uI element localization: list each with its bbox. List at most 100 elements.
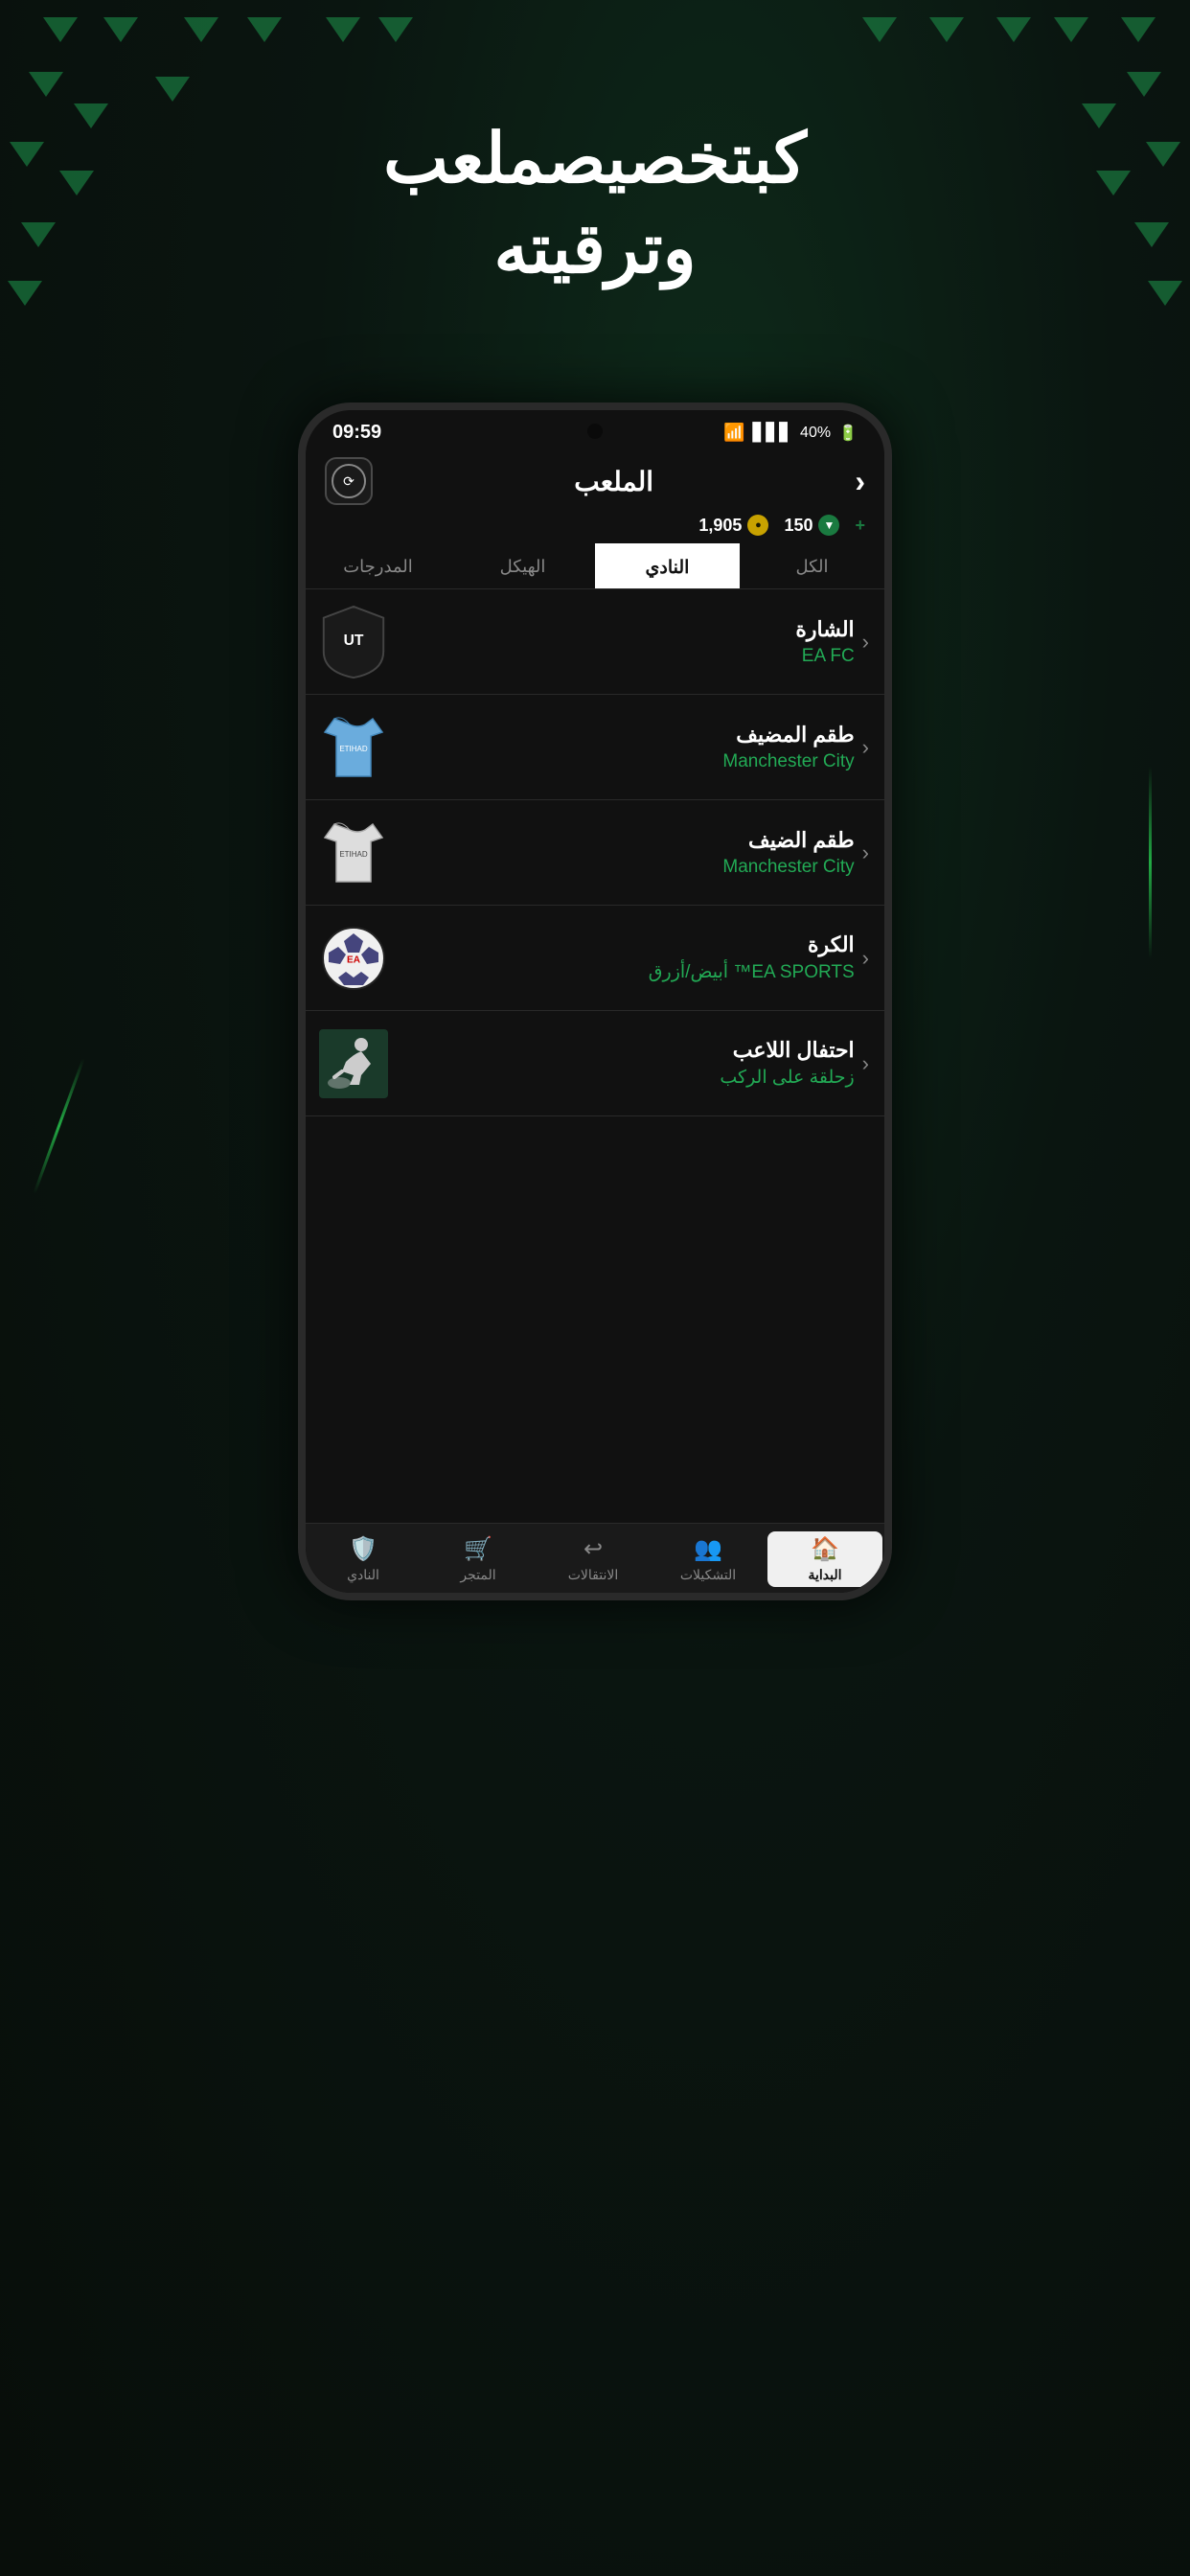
- list-item-left: ‹ الشارة EA FC: [795, 617, 869, 667]
- nav-home-label: البداية: [808, 1567, 841, 1583]
- logo-icon: ⟳: [343, 473, 355, 490]
- list-item[interactable]: ‹ الكرة EA SPORTS™ أبيض/أزرق EA: [306, 906, 884, 1011]
- away-kit-icon: ETIHAD: [315, 815, 392, 891]
- home-kit-label: طقم المضيف: [722, 723, 854, 748]
- triangle-deco: [378, 17, 413, 42]
- tab-stands[interactable]: المدرجات: [306, 543, 450, 588]
- ball-sublabel: EA SPORTS™ أبيض/أزرق: [649, 962, 855, 982]
- list-item-left: ‹ الكرة EA SPORTS™ أبيض/أزرق: [649, 932, 869, 983]
- triangle-deco: [247, 17, 282, 42]
- list-item[interactable]: ‹ الشارة EA FC UT: [306, 589, 884, 695]
- triangle-deco: [862, 17, 897, 42]
- list-item-left: ‹ احتفال اللاعب زحلقة على الركب: [720, 1038, 869, 1089]
- away-kit-text: طقم الضيف Manchester City: [722, 828, 854, 878]
- ball-svg: EA: [319, 924, 388, 993]
- phone-mockup: 09:59 📶 ▋▋▋ 40% 🔋 ⟳ الملعب › +: [298, 402, 892, 1600]
- hero-title: كبتخصيصملعب وترقيته: [0, 115, 1190, 294]
- triangle-deco: [29, 72, 63, 97]
- coins-icon: ●: [747, 515, 768, 536]
- forward-arrow-icon[interactable]: ›: [855, 464, 865, 499]
- hero-section: كبتخصيصملعب وترقيته: [0, 115, 1190, 294]
- triangle-deco: [929, 17, 964, 42]
- status-icons: 📶 ▋▋▋ 40% 🔋: [723, 423, 858, 443]
- triangle-deco: [1054, 17, 1088, 42]
- list-arrow-icon: ‹: [862, 1051, 869, 1076]
- svg-text:EA: EA: [347, 954, 360, 965]
- svg-text:UT: UT: [344, 632, 364, 649]
- tab-all[interactable]: الكل: [740, 543, 884, 588]
- coins-value: 1,905: [698, 516, 742, 536]
- list-arrow-icon: ‹: [862, 946, 869, 971]
- nav-item-club[interactable]: 🛡️ النادي: [306, 1531, 421, 1587]
- celebration-label: احتفال اللاعب: [720, 1038, 854, 1063]
- triangle-deco: [43, 17, 78, 42]
- nav-formations-label: التشكيلات: [680, 1567, 736, 1583]
- nav-club-label: النادي: [347, 1567, 379, 1583]
- battery-indicator: 40%: [800, 425, 831, 442]
- svg-text:ETIHAD: ETIHAD: [339, 744, 368, 752]
- svg-text:ETIHAD: ETIHAD: [339, 849, 368, 858]
- list-arrow-icon: ‹: [862, 630, 869, 655]
- club-nav-icon: 🛡️: [349, 1535, 378, 1563]
- list-item[interactable]: ‹ احتفال اللاعب زحلقة على الركب: [306, 1011, 884, 1116]
- badge-label: الشارة: [795, 617, 854, 642]
- ball-icon: EA: [315, 920, 392, 997]
- gems-icon: ▼: [818, 515, 839, 536]
- list-item[interactable]: ‹ طقم الضيف Manchester City ETIHAD: [306, 800, 884, 906]
- jersey-white-svg: ETIHAD: [323, 818, 384, 887]
- tabs-bar: الكل النادي الهيكل المدرجات: [306, 543, 884, 589]
- jersey-blue-svg: ETIHAD: [323, 713, 384, 782]
- add-currency-icon[interactable]: +: [855, 516, 865, 536]
- triangle-deco: [326, 17, 360, 42]
- nav-item-formations[interactable]: 👥 التشكيلات: [651, 1531, 766, 1587]
- home-kit-text: طقم المضيف Manchester City: [722, 723, 854, 772]
- battery-icon: 🔋: [838, 424, 858, 443]
- triangle-deco: [1121, 17, 1156, 42]
- shield-svg: UT: [319, 605, 388, 679]
- nav-item-home[interactable]: 🏠 البداية: [767, 1531, 882, 1587]
- list-arrow-icon: ‹: [862, 735, 869, 760]
- triangle-deco: [184, 17, 218, 42]
- away-kit-label: طقم الضيف: [722, 828, 854, 853]
- list-item[interactable]: ‹ طقم المضيف Manchester City ETIHAD: [306, 695, 884, 800]
- triangle-deco: [155, 77, 190, 102]
- status-time: 09:59: [332, 422, 381, 444]
- triangle-deco: [103, 17, 138, 42]
- logo-inner: ⟳: [332, 464, 366, 498]
- coins-currency: ● 1,905: [698, 515, 768, 536]
- tab-structure[interactable]: الهيكل: [450, 543, 595, 588]
- currency-bar: + ▼ 150 ● 1,905: [306, 511, 884, 543]
- triangle-deco: [996, 17, 1031, 42]
- store-nav-icon: 🛒: [464, 1535, 492, 1563]
- gems-value: 150: [784, 516, 812, 536]
- list-item-left: ‹ طقم الضيف Manchester City: [722, 828, 869, 878]
- gems-currency: ▼ 150: [784, 515, 839, 536]
- celebration-text: احتفال اللاعب زحلقة على الركب: [720, 1038, 854, 1089]
- triangle-deco: [1127, 72, 1161, 97]
- nav-item-store[interactable]: 🛒 المتجر: [421, 1531, 536, 1587]
- list-arrow-icon: ‹: [862, 840, 869, 865]
- phone-screen: 09:59 📶 ▋▋▋ 40% 🔋 ⟳ الملعب › +: [306, 410, 884, 1593]
- list-item-left: ‹ طقم المضيف Manchester City: [722, 723, 869, 772]
- nav-item-transfers[interactable]: ↩ الانتقالات: [536, 1531, 651, 1587]
- badge-text: الشارة EA FC: [795, 617, 854, 667]
- home-kit-sublabel: Manchester City: [722, 751, 854, 771]
- home-nav-icon: 🏠: [811, 1535, 839, 1563]
- tab-club[interactable]: النادي: [595, 543, 740, 588]
- wifi-icon: 📶: [723, 423, 744, 443]
- accent-line: [1149, 767, 1152, 958]
- bottom-navigation: 🏠 البداية 👥 التشكيلات ↩ الانتقالات 🛒 الم…: [306, 1523, 884, 1593]
- celebration-icon: [315, 1025, 392, 1102]
- badge-sublabel: EA FC: [802, 646, 855, 666]
- transfers-nav-icon: ↩: [584, 1535, 603, 1563]
- badge-icon: UT: [315, 604, 392, 680]
- player-celebration-svg: [319, 1029, 388, 1098]
- app-header: ⟳ الملعب ›: [306, 449, 884, 511]
- ball-label: الكرة: [649, 932, 855, 957]
- celebration-sublabel: زحلقة على الركب: [720, 1068, 854, 1088]
- ball-text: الكرة EA SPORTS™ أبيض/أزرق: [649, 932, 855, 983]
- signal-icon: ▋▋▋: [753, 423, 793, 443]
- formations-nav-icon: 👥: [694, 1535, 722, 1563]
- home-kit-icon: ETIHAD: [315, 709, 392, 786]
- app-logo: ⟳: [325, 457, 373, 505]
